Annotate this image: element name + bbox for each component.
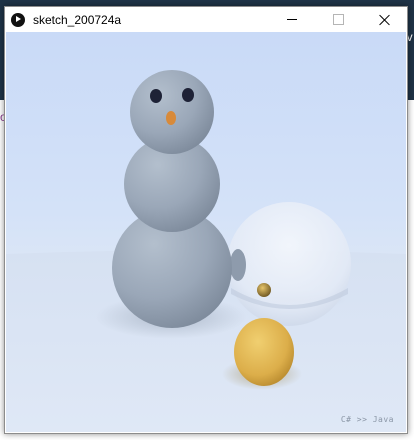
sketch-window: sketch_200724a C# >> Java (4, 6, 408, 434)
minimize-icon (287, 19, 297, 20)
processing-play-icon (11, 12, 25, 27)
close-icon (378, 14, 390, 26)
snowman-right-eye (182, 88, 194, 102)
maximize-button[interactable] (315, 7, 361, 32)
window-title: sketch_200724a (33, 12, 122, 27)
watermark-text: C# >> Java (340, 415, 394, 424)
sketch-canvas[interactable]: C# >> Java (6, 32, 406, 432)
snowman-left-eye (150, 89, 162, 103)
snowman-nose (166, 111, 176, 125)
close-button[interactable] (361, 7, 407, 32)
title-bar[interactable]: sketch_200724a (5, 7, 407, 32)
maximize-icon (332, 14, 344, 25)
rendered-scene (6, 70, 406, 432)
minimize-button[interactable] (269, 7, 315, 32)
refracted-ball (257, 283, 271, 297)
golden-egg (234, 318, 294, 386)
snowman-arm-bump (230, 249, 246, 281)
